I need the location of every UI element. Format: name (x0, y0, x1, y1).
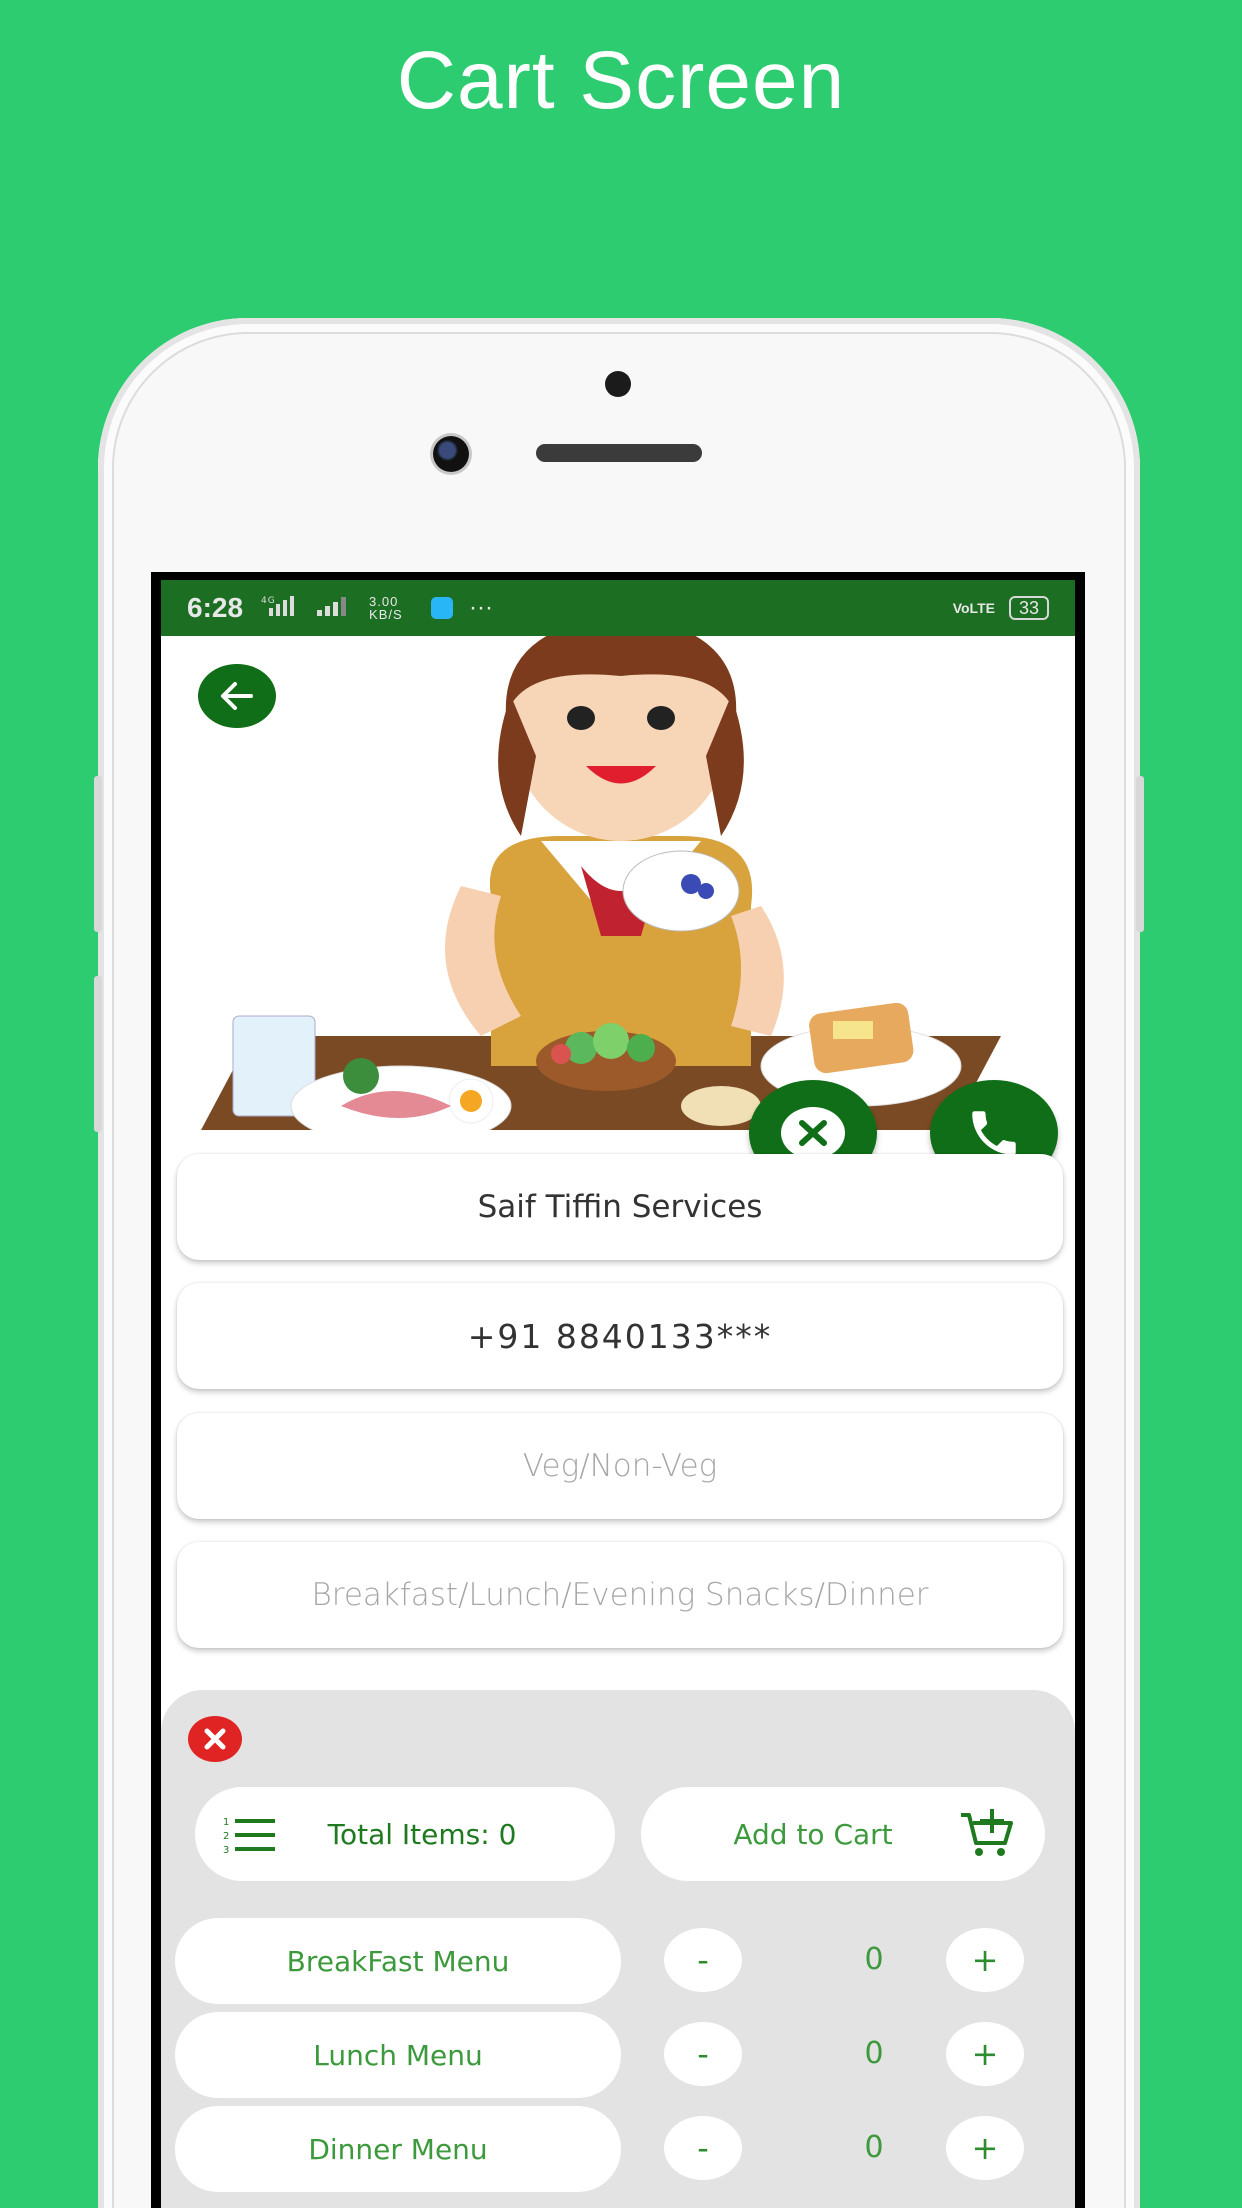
lunch-plus-button[interactable]: + (946, 2022, 1024, 2086)
dinner-menu-button[interactable]: Dinner Menu (175, 2106, 621, 2192)
add-to-cart-label: Add to Cart (733, 1817, 893, 1851)
svg-text:3: 3 (223, 1845, 229, 1854)
front-camera (433, 436, 469, 472)
phone-screen: 6:28 4G 3.00 KB/S ··· VoLTE 33 Saif Tiff… (151, 572, 1085, 2208)
dinner-minus-button[interactable]: - (664, 2116, 742, 2180)
vendor-name-field: Saif Tiffin Services (177, 1154, 1063, 1260)
back-button[interactable] (198, 664, 276, 728)
close-circle-icon (781, 1107, 845, 1159)
volte-icon: VoLTE (952, 600, 995, 616)
proximity-sensor (605, 371, 631, 397)
breakfast-count: 0 (864, 1942, 884, 1977)
promo-title: Cart Screen (396, 35, 846, 126)
lunch-menu-button[interactable]: Lunch Menu (175, 2012, 621, 2098)
lunch-count: 0 (864, 2036, 884, 2071)
total-items-label: Total Items: 0 (327, 1817, 517, 1851)
breakfast-minus-button[interactable]: - (664, 1928, 742, 1992)
cart-bottom-sheet: 1 2 3 Total Items: 0 Add to Cart BreakFa… (161, 1690, 1075, 2208)
earpiece-speaker (536, 444, 702, 462)
svg-text:1: 1 (223, 1817, 229, 1828)
girl-eating-illustration (201, 636, 1001, 1130)
breakfast-plus-button[interactable]: + (946, 1928, 1024, 1992)
numbered-list-icon: 1 2 3 (223, 1817, 275, 1854)
add-to-cart-button[interactable]: Add to Cart (641, 1787, 1045, 1881)
vendor-banner-image (161, 636, 1075, 1130)
close-red-icon (204, 1728, 226, 1750)
dinner-plus-button[interactable]: + (946, 2116, 1024, 2180)
phone-side-button (1136, 776, 1144, 932)
vendor-phone-field: +91 8840133*** (177, 1283, 1063, 1389)
breakfast-menu-button[interactable]: BreakFast Menu (175, 1918, 621, 2004)
signal-icon: 4G (261, 594, 301, 623)
dismiss-sheet-button[interactable] (188, 1716, 242, 1762)
lunch-minus-button[interactable]: - (664, 2022, 742, 2086)
meal-time-field[interactable]: Breakfast/Lunch/Evening Snacks/Dinner (177, 1542, 1063, 1648)
network-speed: 3.00 KB/S (369, 594, 403, 622)
shield-icon (431, 597, 454, 619)
phone-side-button (94, 776, 102, 932)
cart-plus-icon (961, 1809, 1013, 1856)
arrow-left-icon (221, 682, 253, 710)
battery-icon: 33 (1008, 596, 1049, 620)
status-time: 6:28 (187, 592, 244, 623)
food-type-field[interactable]: Veg/Non-Veg (177, 1413, 1063, 1519)
phone-side-button (94, 976, 102, 1132)
app-screen: 6:28 4G 3.00 KB/S ··· VoLTE 33 Saif Tiff… (161, 580, 1075, 2208)
signal-icon-2 (315, 594, 355, 623)
total-items-pill: 1 2 3 Total Items: 0 (195, 1787, 615, 1881)
svg-text:4G: 4G (261, 596, 276, 606)
svg-text:2: 2 (223, 1831, 229, 1842)
dinner-count: 0 (864, 2130, 884, 2165)
status-bar: 6:28 4G 3.00 KB/S ··· VoLTE 33 (161, 580, 1075, 636)
more-icon: ··· (469, 594, 494, 621)
